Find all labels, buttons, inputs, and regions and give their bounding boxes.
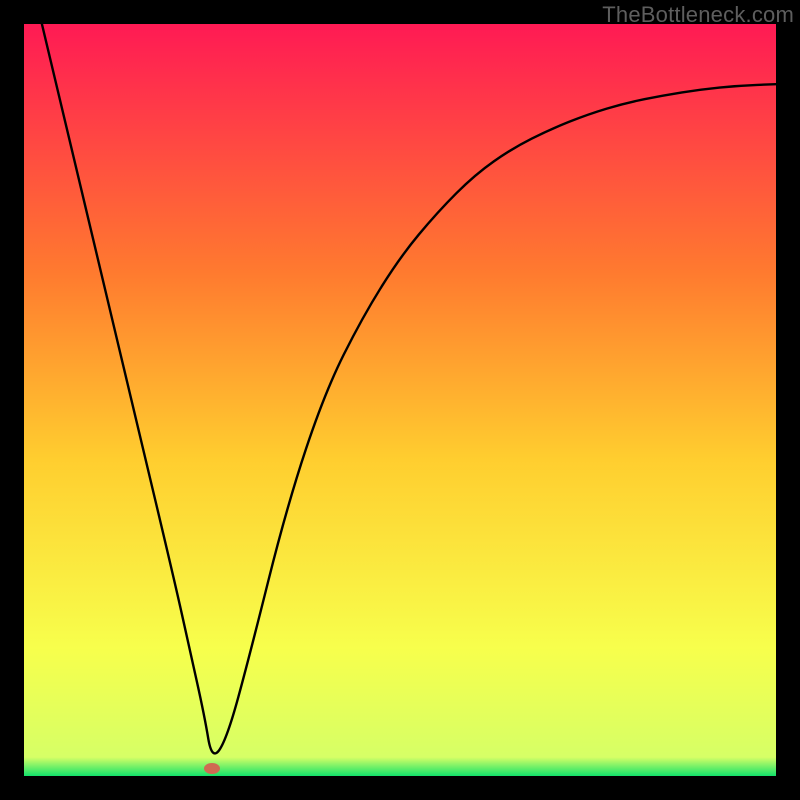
watermark-text: TheBottleneck.com <box>602 2 794 28</box>
minimum-marker <box>204 763 220 774</box>
gradient-background <box>24 24 776 776</box>
chart-canvas: TheBottleneck.com <box>0 0 800 800</box>
plot-svg <box>24 24 776 776</box>
plot-area <box>24 24 776 776</box>
